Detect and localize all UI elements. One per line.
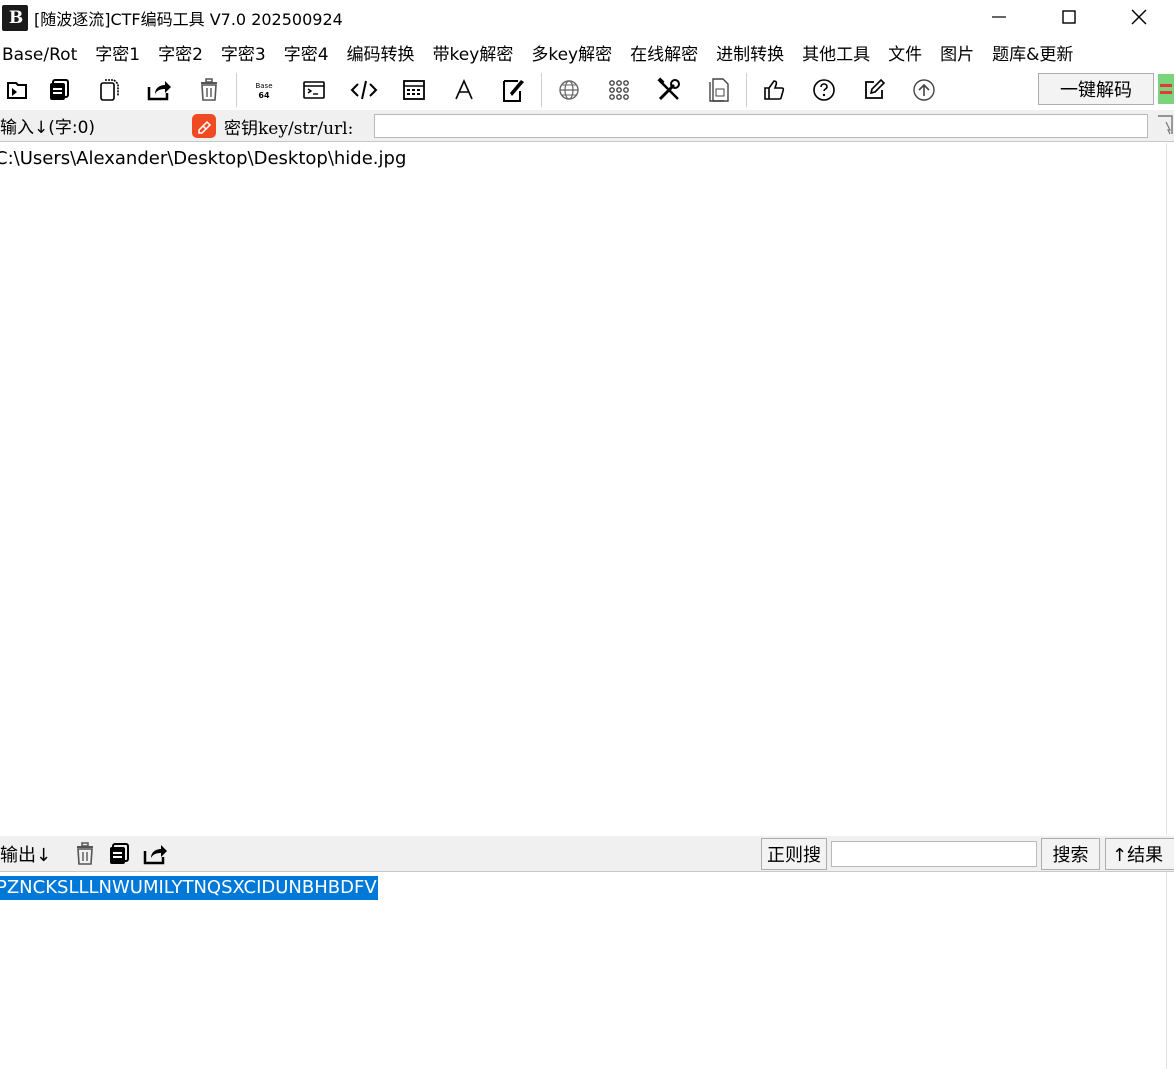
globe-icon[interactable] bbox=[544, 70, 594, 110]
menu-questions-update[interactable]: 题库&更新 bbox=[983, 40, 1082, 70]
output-label: 输出↓ bbox=[0, 845, 52, 866]
input-scrollbar[interactable] bbox=[1166, 143, 1174, 835]
tools-icon[interactable] bbox=[644, 70, 694, 110]
output-copy-icon[interactable] bbox=[104, 840, 134, 868]
input-header: 输入↓(字:0) 密钥key/str/url: bbox=[0, 110, 1174, 142]
menu-online-decrypt[interactable]: 在线解密 bbox=[621, 40, 707, 70]
title-bar: B [随波逐流]CTF编码工具 V7.0 202500924 bbox=[0, 0, 1174, 36]
code-icon[interactable] bbox=[339, 70, 389, 110]
result-up-button[interactable]: ↑结果 bbox=[1105, 838, 1174, 870]
close-icon bbox=[1131, 9, 1147, 25]
share-icon[interactable] bbox=[134, 70, 184, 110]
search-input[interactable] bbox=[831, 841, 1037, 867]
grid-icon[interactable] bbox=[594, 70, 644, 110]
base64-icon[interactable]: Base 64 bbox=[239, 70, 289, 110]
terminal-icon[interactable] bbox=[289, 70, 339, 110]
output-scrollbar[interactable] bbox=[1166, 872, 1174, 1069]
search-button[interactable]: 搜索 bbox=[1041, 838, 1100, 870]
menu-file[interactable]: 文件 bbox=[879, 40, 931, 70]
trash-icon[interactable] bbox=[184, 70, 234, 110]
menu-bar: Base/Rot 字密1 字密2 字密3 字密4 编码转换 带key解密 多ke… bbox=[0, 40, 1174, 70]
menu-multikey-decrypt[interactable]: 多key解密 bbox=[522, 40, 621, 70]
copy-icon[interactable] bbox=[34, 70, 84, 110]
one-click-decode-button[interactable]: 一键解码 bbox=[1038, 73, 1154, 105]
import-icon[interactable] bbox=[0, 70, 34, 110]
key-label: 密钥key/str/url: bbox=[224, 119, 354, 139]
key-input[interactable] bbox=[374, 114, 1148, 138]
window-title: [随波逐流]CTF编码工具 V7.0 202500924 bbox=[34, 10, 343, 29]
menu-zimi1[interactable]: 字密1 bbox=[86, 40, 149, 70]
maximize-icon bbox=[1062, 10, 1076, 24]
toolbar-separator bbox=[746, 73, 747, 107]
edit-icon[interactable] bbox=[849, 70, 899, 110]
output-trash-icon[interactable] bbox=[70, 840, 100, 868]
key-eraser-icon[interactable] bbox=[192, 114, 216, 138]
regex-search-button[interactable]: 正则搜 bbox=[761, 838, 827, 870]
help-icon[interactable] bbox=[799, 70, 849, 110]
window-controls bbox=[964, 0, 1174, 34]
output-share-icon[interactable] bbox=[140, 840, 170, 868]
input-textarea[interactable]: C:\Users\Alexander\Desktop\Desktop\hide.… bbox=[0, 143, 1166, 835]
minimize-icon bbox=[992, 16, 1006, 18]
svg-text:Base: Base bbox=[255, 82, 272, 90]
calculator-icon[interactable] bbox=[389, 70, 439, 110]
output-header: 输出↓ 正则搜 搜索 ↑结果 bbox=[0, 836, 1174, 872]
toolbar: Base 64 一键解码 bbox=[0, 70, 1174, 110]
menu-zimi3[interactable]: 字密3 bbox=[212, 40, 275, 70]
thumbs-up-icon[interactable] bbox=[749, 70, 799, 110]
maximize-button[interactable] bbox=[1034, 0, 1104, 34]
output-textarea[interactable]: PZNCKSLLLNWUMILYTNQSXCIDUNBHBDFV bbox=[0, 872, 1166, 1069]
menu-zimi2[interactable]: 字密2 bbox=[149, 40, 212, 70]
input-text: C:\Users\Alexander\Desktop\Desktop\hide.… bbox=[0, 148, 407, 169]
toolbar-separator bbox=[236, 73, 237, 107]
menu-base-rot[interactable]: Base/Rot bbox=[0, 40, 86, 70]
paste-icon[interactable] bbox=[84, 70, 134, 110]
input-label: 输入↓(字:0) bbox=[0, 118, 96, 138]
svg-text:64: 64 bbox=[258, 91, 270, 100]
toolbar-separator bbox=[541, 73, 542, 107]
flag-marker-icon[interactable] bbox=[1158, 74, 1174, 104]
font-icon[interactable] bbox=[439, 70, 489, 110]
menu-image[interactable]: 图片 bbox=[931, 40, 983, 70]
menu-encoding-convert[interactable]: 编码转换 bbox=[338, 40, 424, 70]
minimize-button[interactable] bbox=[964, 0, 1034, 34]
menu-base-convert[interactable]: 进制转换 bbox=[707, 40, 793, 70]
upload-icon[interactable] bbox=[899, 70, 949, 110]
menu-other-tools[interactable]: 其他工具 bbox=[793, 40, 879, 70]
key-options-icon[interactable] bbox=[1156, 114, 1174, 138]
menu-key-decrypt[interactable]: 带key解密 bbox=[424, 40, 523, 70]
app-logo: B bbox=[2, 5, 28, 31]
edit-frame-icon[interactable] bbox=[489, 70, 539, 110]
output-text-selected: PZNCKSLLLNWUMILYTNQSXCIDUNBHBDFV bbox=[0, 876, 378, 900]
menu-zimi4[interactable]: 字密4 bbox=[275, 40, 338, 70]
close-button[interactable] bbox=[1104, 0, 1174, 34]
document-icon[interactable] bbox=[694, 70, 744, 110]
